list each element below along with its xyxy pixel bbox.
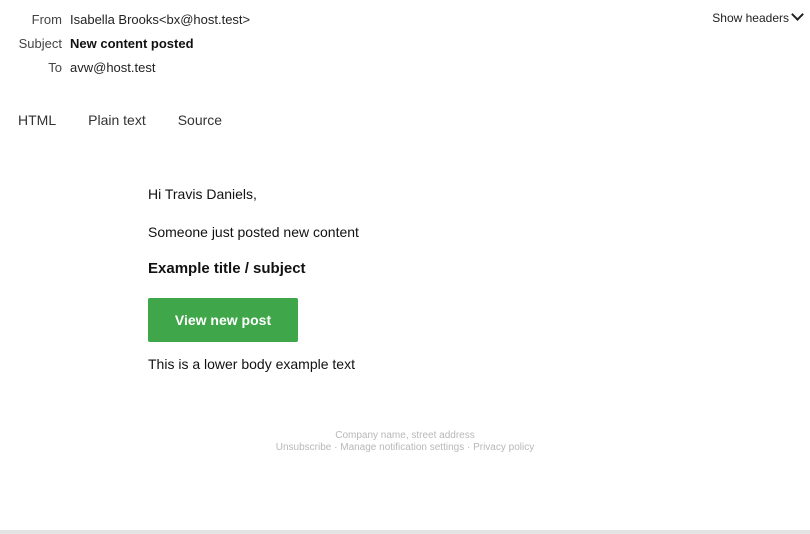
- email-preview-page: From Isabella Brooks<bx@host.test> Subje…: [0, 0, 810, 534]
- email-greeting: Hi Travis Daniels,: [148, 186, 257, 202]
- to-label: To: [48, 60, 62, 75]
- footer-address: Company name, street address: [335, 430, 475, 441]
- view-tabs: HTML Plain text Source: [18, 110, 222, 130]
- to-value: avw@host.test: [70, 60, 156, 75]
- subject-label: Subject: [18, 36, 62, 51]
- email-intro: Someone just posted new content: [148, 224, 359, 240]
- subject-row: Subject New content posted: [0, 32, 810, 56]
- show-headers-toggle[interactable]: Show headers: [712, 8, 804, 28]
- view-new-post-button[interactable]: View new post: [148, 298, 298, 342]
- show-headers-label: Show headers: [712, 11, 789, 25]
- chevron-down-icon: [791, 8, 804, 21]
- to-row: To avw@host.test: [0, 56, 810, 80]
- tab-source[interactable]: Source: [178, 110, 222, 130]
- from-label: From: [31, 12, 62, 27]
- subject-value: New content posted: [70, 36, 194, 51]
- tab-plain-text[interactable]: Plain text: [88, 110, 146, 130]
- email-body: Hi Travis Daniels, Someone just posted n…: [148, 186, 568, 374]
- email-lower-text: This is a lower body example text: [148, 356, 355, 372]
- email-footer: Company name, street address Unsubscribe…: [0, 430, 810, 454]
- email-headers: From Isabella Brooks<bx@host.test> Subje…: [0, 8, 810, 80]
- footer-links[interactable]: Unsubscribe · Manage notification settin…: [0, 442, 810, 454]
- tab-html[interactable]: HTML: [18, 110, 56, 130]
- from-row: From Isabella Brooks<bx@host.test>: [0, 8, 810, 32]
- from-value: Isabella Brooks<bx@host.test>: [70, 12, 251, 27]
- bottom-divider: [0, 530, 810, 534]
- email-content-title: Example title / subject: [148, 260, 306, 277]
